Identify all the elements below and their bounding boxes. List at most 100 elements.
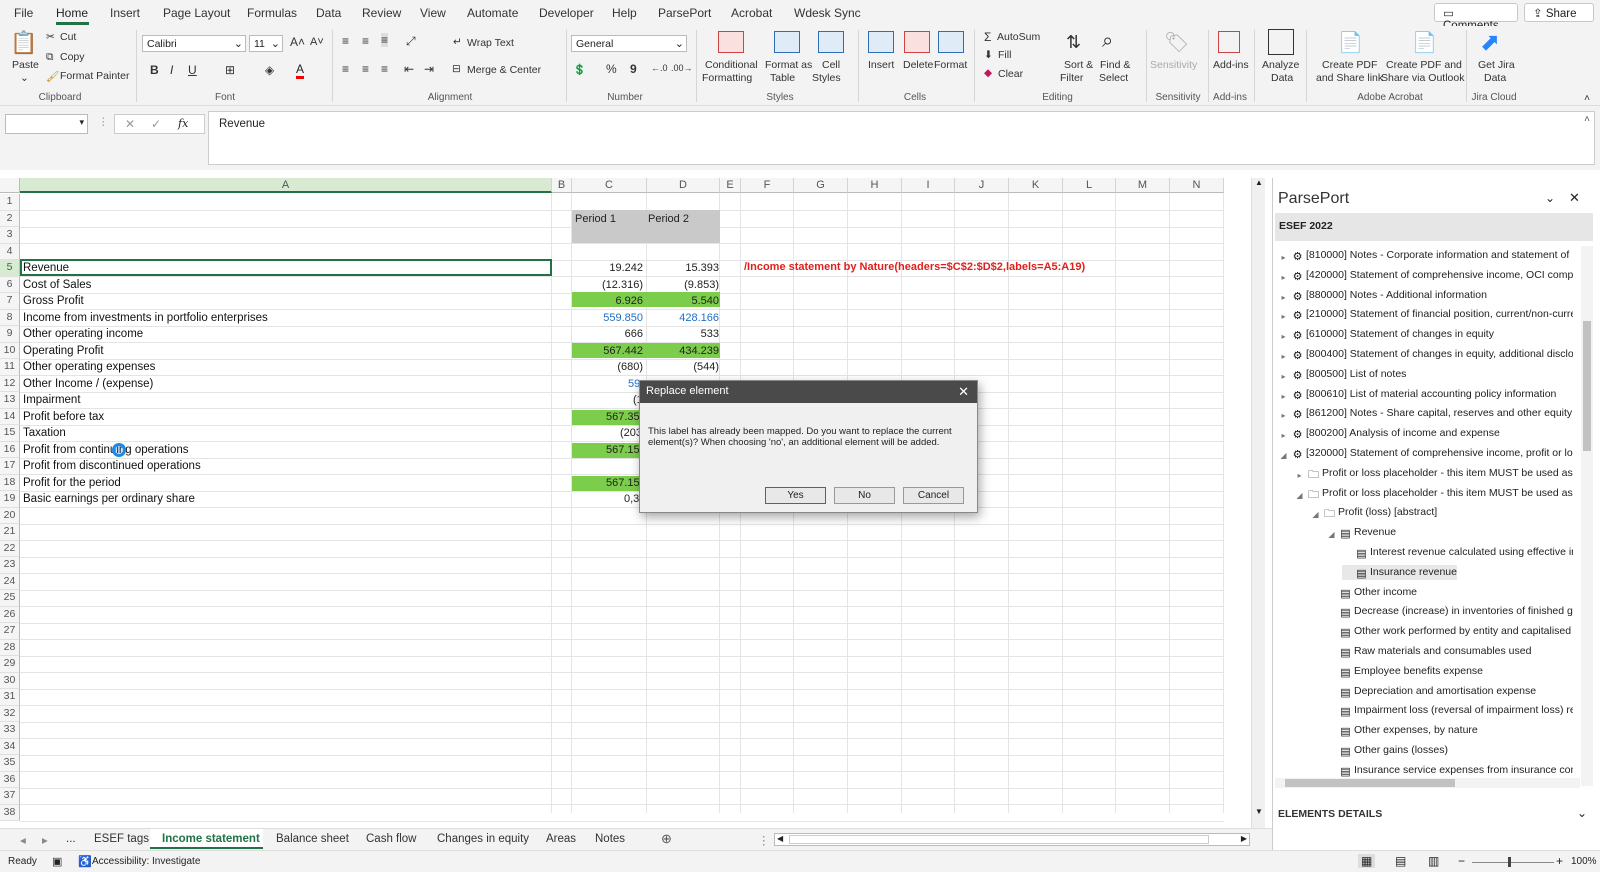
format-painter-button[interactable]: Format Painter xyxy=(60,70,129,82)
cut-icon[interactable]: ✂ xyxy=(46,31,55,43)
accessibility-status[interactable]: Accessibility: Investigate xyxy=(92,856,200,867)
copy-icon[interactable]: ⧉ xyxy=(46,51,54,64)
fill-icon[interactable]: ⬇ xyxy=(984,49,993,61)
align-middle-icon[interactable]: ≡ xyxy=(362,34,369,48)
clear-icon[interactable]: ◆ xyxy=(984,67,992,79)
row-header[interactable]: 16 xyxy=(0,441,20,458)
row-header[interactable]: 6 xyxy=(0,276,20,293)
row-header[interactable]: 22 xyxy=(0,540,20,557)
conditional-formatting-button[interactable]: Conditional xyxy=(705,59,758,71)
share-button[interactable]: ⇪ Share ⌄ xyxy=(1524,3,1594,34)
expand-icon[interactable]: ▸ xyxy=(1278,272,1289,283)
label-impairment[interactable]: Impairment xyxy=(23,392,81,408)
fill-color-icon[interactable]: ◈ xyxy=(265,63,274,77)
page-layout-view-icon[interactable]: ▤ xyxy=(1395,854,1406,868)
increase-indent-icon[interactable]: ⇥ xyxy=(424,62,434,76)
align-bottom-icon[interactable]: ≡ xyxy=(381,33,389,47)
hscroll-thumb[interactable] xyxy=(789,835,1209,844)
insert-cells-icon[interactable] xyxy=(868,31,894,53)
fill-button[interactable]: Fill xyxy=(998,49,1011,61)
accounting-format-icon[interactable]: 💲 xyxy=(573,63,586,76)
tree-item[interactable]: ▸ ⚙ [610000] Statement of changes in equit… xyxy=(1278,327,1493,342)
tree-item[interactable]: ▤ Impairment loss (reversal of impairment… xyxy=(1326,703,1573,718)
row-header[interactable]: 18 xyxy=(0,474,20,491)
d8-value[interactable]: 428.166 xyxy=(679,310,719,326)
mapping-annotation[interactable]: /Income statement by Nature(headers=$C$2… xyxy=(744,261,1085,273)
row-header[interactable]: 32 xyxy=(0,705,20,722)
c9-value[interactable]: 666 xyxy=(625,326,643,342)
tab-notes[interactable]: Notes xyxy=(595,833,625,845)
c6-value[interactable]: (12.316) xyxy=(602,277,643,293)
row-header[interactable]: 11 xyxy=(0,359,20,376)
zoom-in-icon[interactable]: + xyxy=(1556,854,1563,868)
decrease-decimal-icon[interactable]: .00→ xyxy=(671,63,693,73)
row-header[interactable]: 21 xyxy=(0,524,20,541)
label-other-operating-expenses[interactable]: Other operating expenses xyxy=(23,359,155,375)
label-profit-period[interactable]: Profit for the period xyxy=(23,475,121,491)
tab-areas[interactable]: Areas xyxy=(546,833,576,845)
column-header[interactable]: A xyxy=(20,178,552,193)
menu-review[interactable]: Review xyxy=(362,6,401,20)
pane-scroll-thumb[interactable] xyxy=(1583,321,1591,451)
menu-automate[interactable]: Automate xyxy=(467,6,518,20)
expand-icon[interactable]: ▸ xyxy=(1278,410,1289,421)
menu-help[interactable]: Help xyxy=(612,6,637,20)
create-pdf-share-icon[interactable]: 📄 xyxy=(1338,30,1363,55)
column-header[interactable]: L xyxy=(1063,178,1116,193)
collapse-formula-icon[interactable]: ˄ xyxy=(1584,114,1590,125)
autosum-button[interactable]: AutoSum xyxy=(997,31,1040,43)
find-select-button[interactable]: Find & xyxy=(1100,59,1130,71)
name-box[interactable]: ▾ xyxy=(5,114,88,134)
close-icon[interactable]: ✕ xyxy=(958,384,969,400)
no-button[interactable]: No xyxy=(834,487,895,504)
chevron-down-icon[interactable]: ⌄ xyxy=(1577,806,1587,820)
more-sheets[interactable]: ... xyxy=(66,833,76,845)
align-center-icon[interactable]: ≡ xyxy=(362,62,369,76)
tree-item[interactable]: ▸ ⚙ [800500] List of notes xyxy=(1278,367,1406,382)
column-header[interactable]: M xyxy=(1116,178,1170,193)
row-header[interactable]: 35 xyxy=(0,755,20,772)
copy-button[interactable]: Copy xyxy=(60,51,85,63)
scroll-up-icon[interactable]: ▲ xyxy=(1255,178,1263,187)
horizontal-scrollbar[interactable]: ◀ ▶ xyxy=(774,833,1250,846)
column-header[interactable]: I xyxy=(902,178,955,193)
c14-value[interactable]: 567.35 xyxy=(606,409,640,425)
row-header[interactable]: 2 xyxy=(0,210,20,227)
elements-details-header[interactable]: ELEMENTS DETAILS xyxy=(1278,808,1382,820)
label-profit-before-tax[interactable]: Profit before tax xyxy=(23,409,104,425)
d10-value[interactable]: 434.239 xyxy=(679,343,719,359)
tree-item[interactable]: ◢ 🗀 Profit or loss placeholder - this item… xyxy=(1294,486,1573,501)
d11-value[interactable]: (544) xyxy=(693,359,719,375)
row-header[interactable]: 31 xyxy=(0,689,20,706)
add-ins-button[interactable]: Add-ins xyxy=(1213,59,1249,71)
formula-input[interactable]: Revenue ˄ xyxy=(208,111,1595,165)
tab-esef-tags[interactable]: ESEF tags xyxy=(94,833,149,845)
align-left-icon[interactable]: ≡ xyxy=(342,62,349,76)
tree-item[interactable]: ▤ Other gains (losses) xyxy=(1326,743,1448,758)
create-pdf-outlook-button[interactable]: Create PDF and xyxy=(1386,59,1462,71)
column-header[interactable]: B xyxy=(552,178,572,193)
c19-value[interactable]: 0,3 xyxy=(624,491,639,507)
row-header[interactable]: 8 xyxy=(0,309,20,326)
label-other-income[interactable]: Other Income / (expense) xyxy=(23,376,153,392)
row-header[interactable]: 29 xyxy=(0,656,20,673)
row-header[interactable]: 23 xyxy=(0,557,20,574)
tree-item[interactable]: ▤ Raw materials and consumables used xyxy=(1326,644,1531,659)
sort-filter-button[interactable]: Sort & xyxy=(1064,59,1093,71)
tree-item[interactable]: ▤ Insurance revenue xyxy=(1342,564,1457,580)
column-header[interactable]: C xyxy=(572,178,647,193)
tree-item[interactable]: ▸ ⚙ [210000] Statement of financial positi… xyxy=(1278,307,1573,322)
row-header[interactable]: 30 xyxy=(0,672,20,689)
wrap-text-icon[interactable]: ↵ xyxy=(453,36,462,48)
expand-icon[interactable]: ◢ xyxy=(1294,490,1305,501)
pane-hscrollbar[interactable] xyxy=(1275,778,1580,788)
expand-icon[interactable]: ▸ xyxy=(1278,331,1289,342)
c7-value[interactable]: 6.926 xyxy=(615,293,643,309)
label-cost-of-sales[interactable]: Cost of Sales xyxy=(23,277,91,293)
d5-value[interactable]: 15.393 xyxy=(685,260,719,276)
cancel-entry-icon[interactable]: ✕ xyxy=(125,117,135,131)
row-header[interactable]: 20 xyxy=(0,507,20,524)
tree-item[interactable]: ▸ ⚙ [810000] Notes - Corporate information… xyxy=(1278,248,1573,263)
expand-icon[interactable]: ▸ xyxy=(1278,311,1289,322)
c10-value[interactable]: 567.442 xyxy=(603,343,643,359)
